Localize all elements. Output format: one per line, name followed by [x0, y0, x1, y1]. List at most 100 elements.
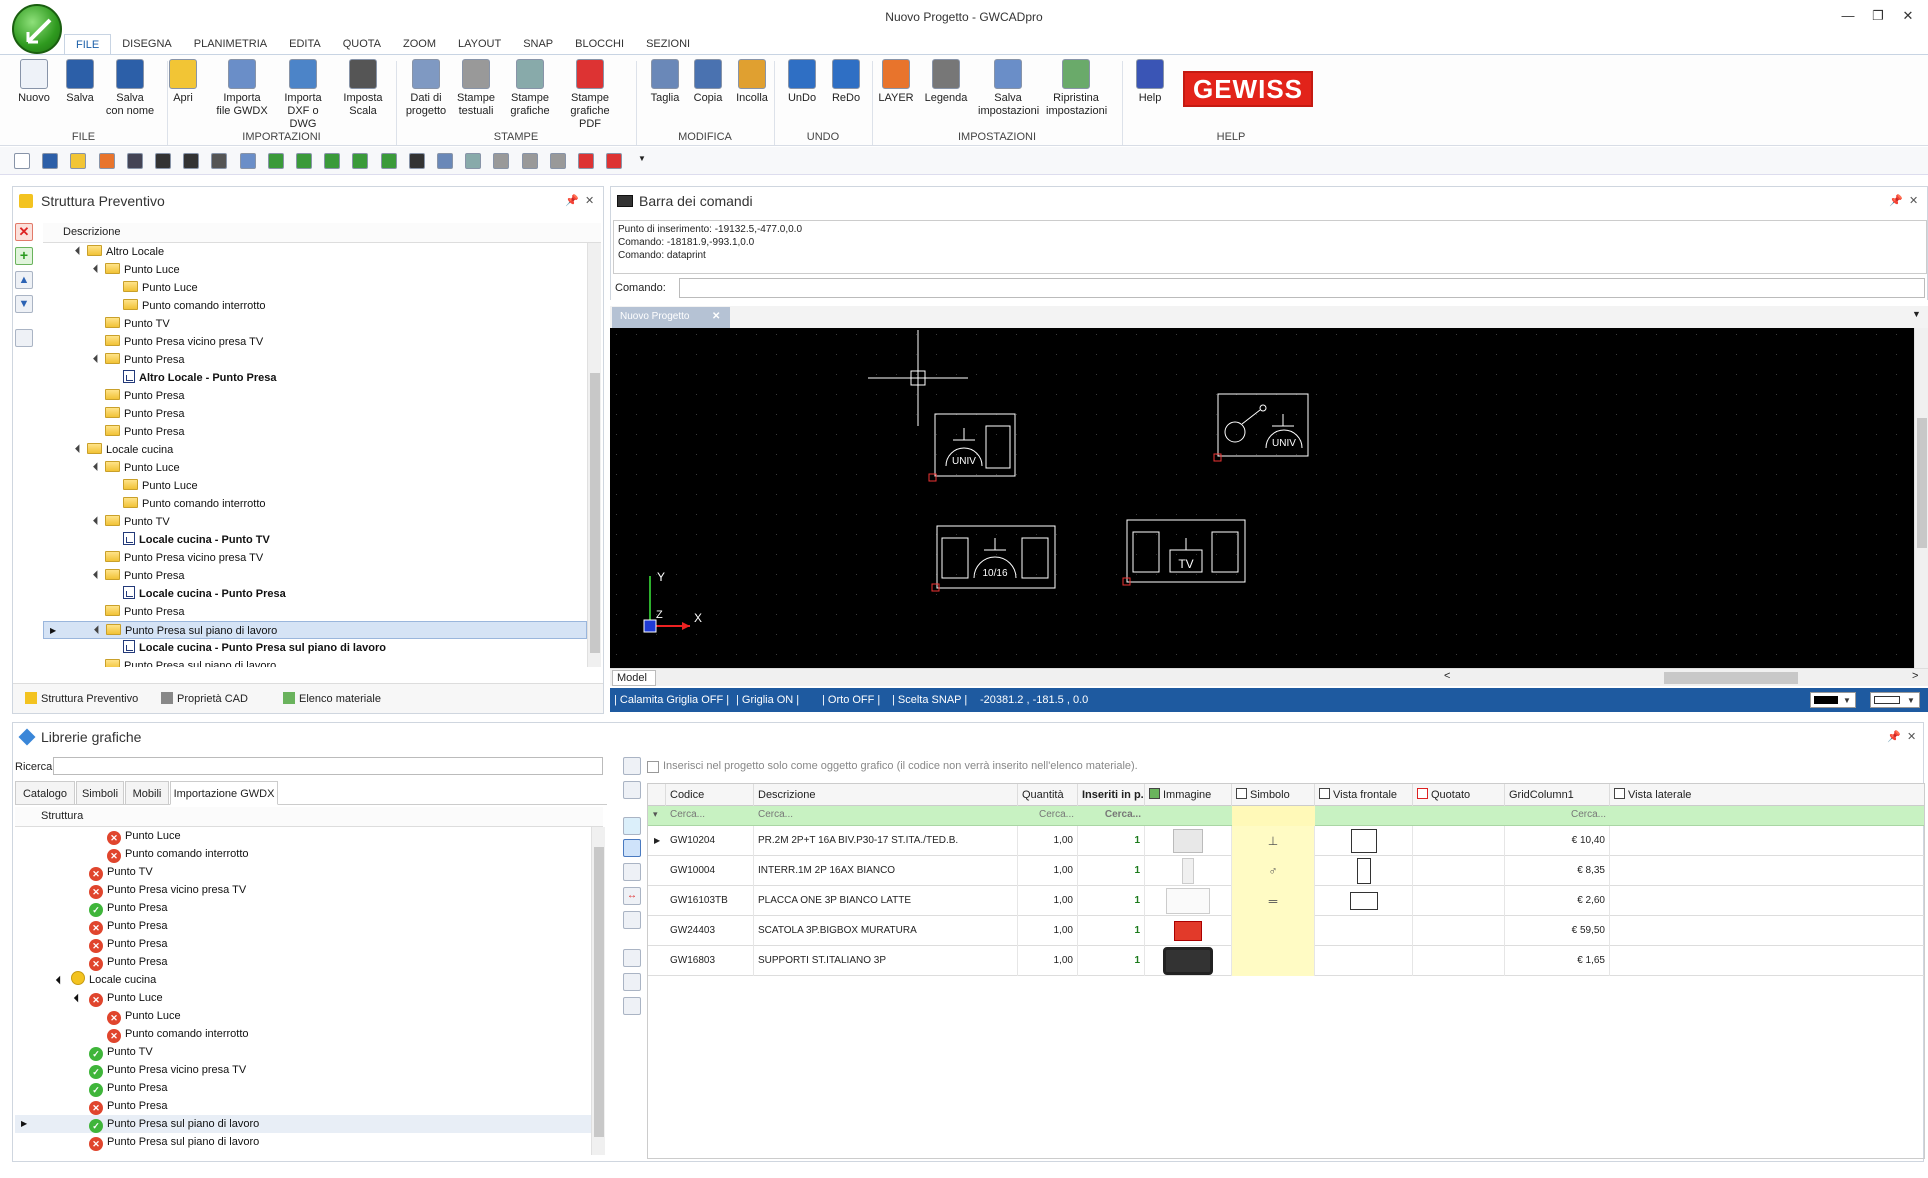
structure-tree-row[interactable]: Punto Presa [43, 387, 587, 405]
grid-filter-cell[interactable]: Cerca... [1018, 809, 1078, 820]
ribbon-button-importa-file-gwdx[interactable]: Importa file GWDX [212, 59, 272, 118]
scroll-left-icon[interactable]: < [1444, 670, 1450, 682]
ribbon-button-stampe-grafiche[interactable]: Stampe grafiche [500, 59, 560, 118]
ribbon-button-importa-dxf-o-dwg[interactable]: Importa DXF o DWG [273, 59, 333, 131]
menu-tab-planimetria[interactable]: PLANIMETRIA [183, 34, 278, 54]
expand-icon[interactable]: ◢ [68, 440, 88, 460]
library-scrollbar[interactable] [591, 827, 605, 1155]
ribbon-button-legenda[interactable]: Legenda [916, 59, 976, 105]
structure-tree-row[interactable]: Punto Presa [43, 423, 587, 441]
grid-header-4[interactable]: Immagine [1145, 784, 1232, 806]
grid-row[interactable]: GW24403 SCATOLA 3P.BIGBOX MURATURA 1,00 1 € … [648, 916, 1924, 946]
grid-header-7[interactable]: Quotato [1413, 784, 1505, 806]
library-tree-row[interactable]: ✕ Punto comando interrotto [15, 1025, 591, 1043]
quick-tool-icon[interactable] [493, 153, 510, 169]
close-icon[interactable]: ✕ [1896, 8, 1920, 24]
quick-tool-icon[interactable] [155, 153, 171, 169]
ribbon-button-ripristina-impostazioni[interactable]: Ripristina impostazioni [1046, 59, 1107, 118]
status-magnet[interactable]: | Calamita Griglia OFF | [614, 688, 729, 712]
expand-icon[interactable]: ◢ [87, 621, 107, 641]
grid-header-2[interactable]: Quantità [1018, 784, 1078, 806]
expand-icon[interactable]: ◢ [86, 458, 106, 478]
library-tab-importazione-gwdx[interactable]: Importazione GWDX [170, 781, 278, 805]
structure-tree-row[interactable]: Punto comando interrotto [43, 297, 587, 315]
tool-settings-icon[interactable] [623, 973, 641, 991]
ucs-axes-icon[interactable]: Y X Z [643, 570, 702, 633]
grid-filter-cell[interactable]: Cerca... [754, 809, 1018, 820]
tab-menu-icon[interactable]: ▼ [1912, 309, 1921, 319]
quick-tool-icon[interactable] [70, 153, 87, 169]
structure-tree-row[interactable]: ◢ Locale cucina [43, 441, 587, 459]
quick-tool-icon[interactable] [98, 153, 115, 169]
close-panel-icon[interactable]: ✕ [1909, 194, 1918, 207]
pin-icon[interactable]: 📌 [565, 194, 579, 207]
qat-customize-icon[interactable]: ▼ [638, 154, 646, 163]
structure-tree-row[interactable]: ▶ ◢ Punto Presa sul piano di lavoro [43, 621, 587, 639]
structure-tree-row[interactable]: Punto Luce [43, 279, 587, 297]
quick-tool-icon[interactable] [408, 153, 425, 169]
structure-tree-row[interactable]: Punto Presa vicino presa TV [43, 333, 587, 351]
grid-header-5[interactable]: Simbolo [1232, 784, 1315, 806]
menu-tab-blocchi[interactable]: BLOCCHI [564, 34, 635, 54]
document-tab[interactable]: Nuovo Progetto ✕ [612, 307, 730, 328]
structure-tree-row[interactable]: Punto Presa [43, 405, 587, 423]
library-tree-row[interactable]: ✕ Punto Presa [15, 935, 591, 953]
close-panel-icon[interactable]: ✕ [585, 194, 594, 207]
menu-tab-zoom[interactable]: ZOOM [392, 34, 447, 54]
color-picker[interactable]: ▼ [1810, 692, 1856, 708]
properties-icon[interactable] [15, 329, 33, 347]
quick-tool-icon[interactable] [14, 153, 30, 169]
menu-tab-snap[interactable]: SNAP [512, 34, 564, 54]
structure-tree-row[interactable]: ◢ Punto Presa [43, 567, 587, 585]
structure-tab-1[interactable]: Proprietà CAD [155, 687, 254, 711]
library-tree-row[interactable]: ▶ ✓ Punto Presa sul piano di lavoro [15, 1115, 591, 1133]
grid-header-6[interactable]: Vista frontale [1315, 784, 1413, 806]
structure-tree-row[interactable]: Locale cucina - Punto Presa [43, 585, 587, 603]
structure-tree-row[interactable]: ◢ Punto Luce [43, 459, 587, 477]
grid-header-1[interactable]: Descrizione [754, 784, 1018, 806]
tool-list-icon[interactable] [623, 997, 641, 1015]
quick-tool-icon[interactable] [606, 153, 623, 169]
library-tree-row[interactable]: ✓ Punto TV [15, 1043, 591, 1061]
grid-header-0[interactable]: Codice [666, 784, 754, 806]
grid-filter-cell[interactable]: Cerca... [1505, 809, 1610, 820]
library-tree-row[interactable]: ✕ Punto TV [15, 863, 591, 881]
status-snap[interactable]: | Scelta SNAP | [892, 688, 967, 712]
structure-tree-row[interactable]: Punto comando interrotto [43, 495, 587, 513]
ribbon-button-help[interactable]: Help [1120, 59, 1180, 105]
tool-dimension-icon[interactable]: ↔ [623, 887, 641, 905]
ribbon-button-salva-con-nome[interactable]: Salva con nome [100, 59, 160, 118]
structure-tree-row[interactable]: ◢ Punto TV [43, 513, 587, 531]
grid-filter-cell[interactable]: Cerca... [666, 809, 754, 820]
status-ortho[interactable]: | Orto OFF | [822, 688, 880, 712]
pin-icon[interactable]: 📌 [1889, 194, 1903, 207]
library-tab-catalogo[interactable]: Catalogo [15, 781, 75, 805]
structure-tree-row[interactable]: Locale cucina - Punto TV [43, 531, 587, 549]
structure-tree-row[interactable]: Punto Presa sul piano di lavoro [43, 657, 587, 667]
canvas-hscroll-thumb[interactable] [1664, 672, 1798, 684]
ribbon-button-apri[interactable]: Apri [153, 59, 213, 105]
structure-scrollbar[interactable] [587, 243, 601, 667]
cad-symbol-socket-univ[interactable]: UNIV [928, 413, 1016, 482]
grid-header-3[interactable]: Inseriti in p... [1078, 784, 1145, 806]
command-input[interactable] [679, 278, 1925, 298]
grid-row[interactable]: GW10004 INTERR.1M 2P 16AX BIANCO 1,00 1 ♂ € 8… [648, 856, 1924, 886]
structure-tree-row[interactable]: Altro Locale - Punto Presa [43, 369, 587, 387]
status-grid[interactable]: | Griglia ON | [736, 688, 799, 712]
library-tree-row[interactable]: ✕ Punto Presa [15, 917, 591, 935]
library-tree-row[interactable]: ✕ Punto Presa [15, 1097, 591, 1115]
menu-tab-layout[interactable]: LAYOUT [447, 34, 512, 54]
tool-image-icon[interactable] [623, 817, 641, 835]
tool-side-view-icon[interactable] [623, 911, 641, 929]
structure-tree-row[interactable]: ◢ Punto Presa [43, 351, 587, 369]
minimize-icon[interactable]: — [1836, 8, 1860, 23]
tool-symbol-icon[interactable] [623, 839, 641, 857]
menu-tab-quota[interactable]: QUOTA [332, 34, 392, 54]
cad-drawing[interactable]: UNIV UNIV 10/16 TV Y X Z [610, 328, 1914, 668]
expand-icon[interactable]: ◢ [86, 260, 106, 280]
move-down-icon[interactable]: ▼ [15, 295, 33, 313]
quick-tool-icon[interactable] [324, 153, 341, 169]
move-up-icon[interactable]: ▲ [15, 271, 33, 289]
grid-row[interactable]: GW16803 SUPPORTI ST.ITALIANO 3P 1,00 1 € 1,6… [648, 946, 1924, 976]
quick-tool-icon[interactable] [296, 153, 312, 169]
